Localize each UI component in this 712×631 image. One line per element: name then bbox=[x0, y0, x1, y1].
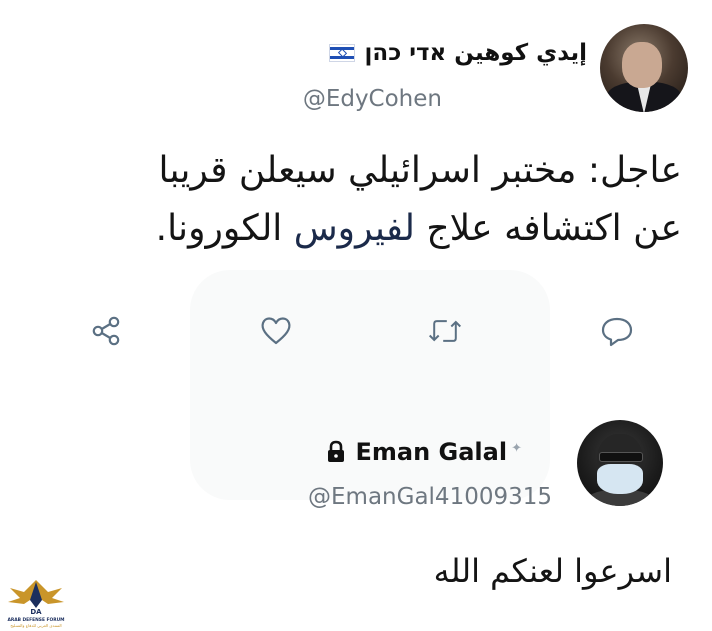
tweet-text-segment: الكورونا. bbox=[155, 208, 294, 249]
like-button[interactable] bbox=[258, 313, 294, 349]
reply-display-name[interactable]: Eman Galal bbox=[356, 438, 508, 466]
retweet-icon bbox=[428, 320, 462, 342]
svg-text:DA: DA bbox=[30, 608, 42, 616]
like-icon bbox=[261, 317, 291, 345]
svg-text:المنتدى العربي للدفاع والتسليح: المنتدى العربي للدفاع والتسليح bbox=[10, 623, 61, 628]
tweet-text-line2: عن اكتشافه علاج لفيروس الكورونا. bbox=[62, 200, 682, 258]
retweet-button[interactable] bbox=[427, 313, 463, 349]
share-button[interactable] bbox=[88, 313, 124, 349]
user-handle[interactable]: @EdyCohen bbox=[303, 86, 442, 112]
reply-avatar[interactable] bbox=[577, 420, 663, 506]
tweet-text-keyword: لفيروس bbox=[293, 208, 415, 249]
reply-user-handle[interactable]: @EmanGal41009315 bbox=[308, 484, 552, 510]
forum-logo: DA ARAB DEFENSE FORUM المنتدى العربي للد… bbox=[7, 580, 65, 628]
display-name[interactable]: إيدي كوهين אדי כהן bbox=[365, 40, 588, 66]
reply-text: اسرعوا لعنكم الله bbox=[433, 552, 672, 590]
tweet-text-segment: عن اكتشافه علاج bbox=[414, 208, 682, 249]
reply-button[interactable] bbox=[599, 313, 635, 349]
tweet2-header: Eman Galal ✦ bbox=[326, 438, 522, 466]
reply-icon bbox=[601, 317, 633, 347]
tweet1-header: إيدي كوهين אדי כהן bbox=[328, 40, 588, 66]
avatar[interactable] bbox=[600, 24, 688, 112]
lock-icon bbox=[327, 440, 344, 462]
tweet-text: عاجل: مختبر اسرائيلي سيعلن قريبا عن اكتش… bbox=[62, 142, 682, 258]
badge-icon: ✦ bbox=[511, 440, 522, 456]
israel-flag-icon bbox=[328, 44, 355, 62]
tweet-text-line1: عاجل: مختبر اسرائيلي سيعلن قريبا bbox=[158, 150, 682, 191]
share-icon bbox=[92, 316, 120, 346]
